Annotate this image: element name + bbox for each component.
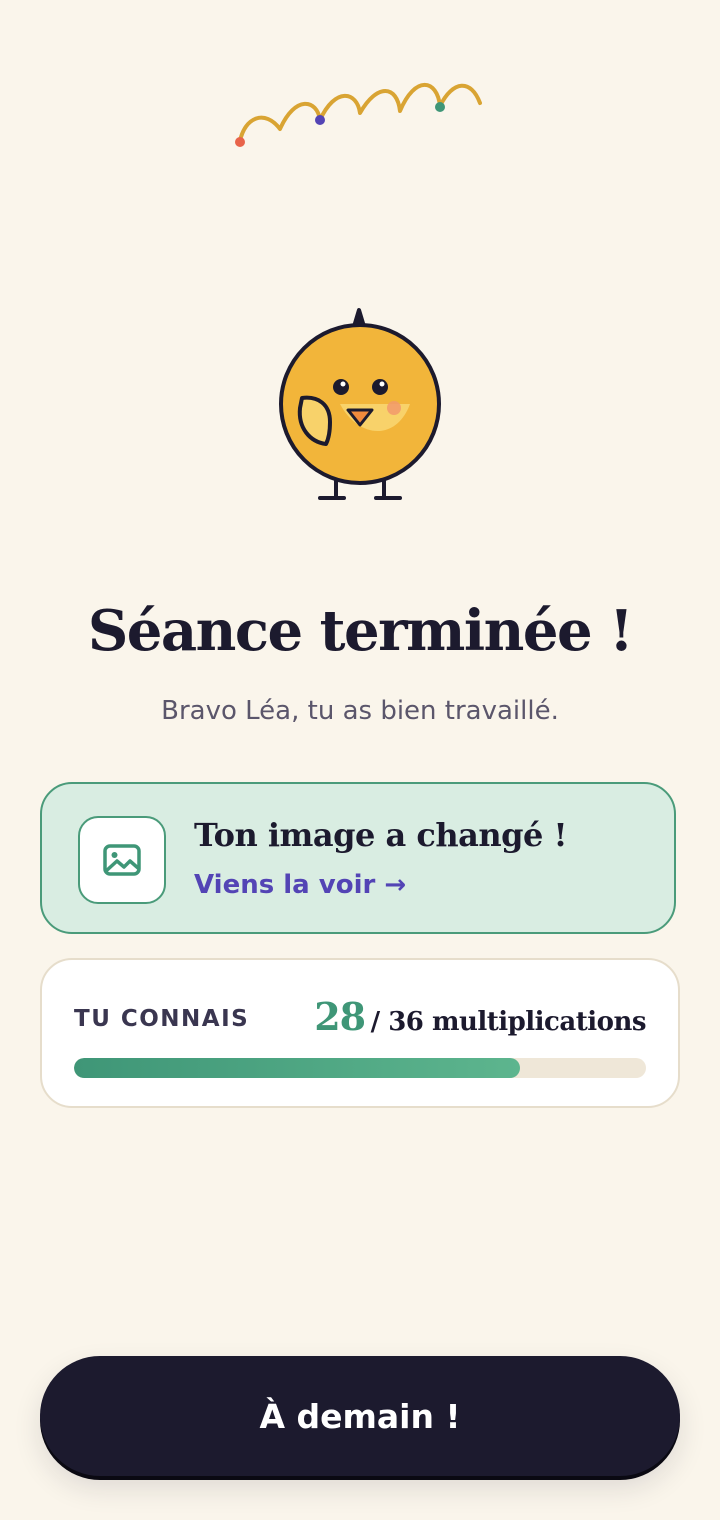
image-icon [103,844,141,876]
progress-bar [74,1058,646,1078]
known-count: 28 [314,994,366,1039]
progress-label: TU CONNAIS [74,1006,250,1032]
image-card-title: Ton image a changé ! [194,816,568,854]
confetti-decoration [235,82,482,147]
page-subtitle: Bravo Léa, tu as bien travaillé. [161,696,559,726]
page-title: Séance terminée ! [87,598,634,664]
chick-mascot-icon [279,308,441,500]
progress-bar-fill [74,1058,521,1078]
progress-count: 28 / 36 multiplications [314,994,646,1039]
total-count: / 36 multiplications [370,1007,647,1037]
image-icon-box [78,816,166,904]
progress-card: TU CONNAIS 28 / 36 multiplications [40,958,680,1108]
see-you-tomorrow-button[interactable]: À demain ! [40,1356,680,1476]
image-changed-card[interactable]: Ton image a changé ! Viens la voir → [40,782,676,934]
see-image-link[interactable]: Viens la voir → [194,870,406,900]
